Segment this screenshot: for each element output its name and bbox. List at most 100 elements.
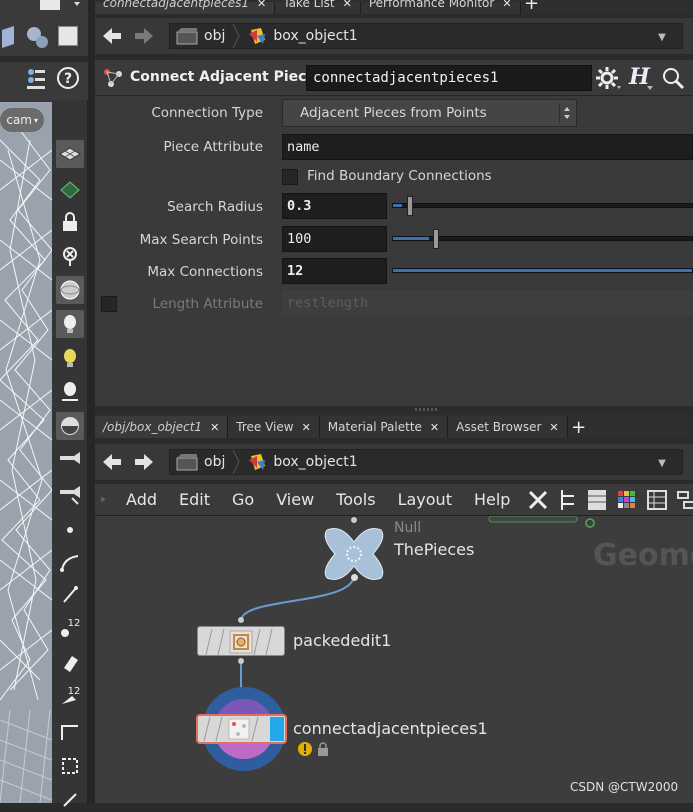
help-h-icon[interactable]: H: [627, 64, 655, 92]
packededit-node[interactable]: [197, 626, 285, 656]
max-search-points-field[interactable]: 100: [282, 226, 387, 252]
dropdown-arrow-icon[interactable]: [60, 0, 86, 10]
menu-edit[interactable]: Edit: [179, 490, 210, 509]
menu-add[interactable]: Add: [126, 490, 157, 509]
grid-view-icon[interactable]: [646, 488, 668, 512]
max-connections-field[interactable]: 12: [282, 258, 387, 284]
close-icon[interactable]: ✕: [502, 0, 511, 10]
display-option-icon[interactable]: [40, 0, 60, 10]
brush-tool-icon[interactable]: [56, 784, 84, 812]
path-dropdown-arrow[interactable]: ▼: [652, 450, 672, 476]
close-icon[interactable]: ✕: [430, 421, 439, 434]
path-field[interactable]: obj box_object1 ▼: [169, 449, 683, 475]
curve-tool-icon[interactable]: [56, 548, 84, 576]
camera-menu[interactable]: cam ▾: [0, 108, 44, 132]
visibility-x-icon[interactable]: [56, 242, 84, 270]
path-crumb-obj[interactable]: obj: [170, 450, 231, 474]
perspective-cube-icon[interactable]: [0, 24, 20, 50]
network-layout-icon[interactable]: [676, 488, 693, 512]
lock-icon[interactable]: [317, 742, 329, 756]
output-connector[interactable]: [351, 574, 358, 581]
close-icon[interactable]: ✕: [343, 0, 352, 10]
max-connections-slider[interactable]: [392, 258, 693, 284]
add-tab-button[interactable]: +: [521, 0, 543, 14]
network-editor[interactable]: Geome Null ThePieces packededit1 con: [95, 516, 693, 803]
input-connector[interactable]: [351, 517, 357, 523]
close-icon[interactable]: ✕: [257, 0, 266, 10]
object-visibility-icon[interactable]: [22, 22, 52, 52]
packededit-node-name-label: packededit1: [293, 631, 392, 650]
menu-view[interactable]: View: [276, 490, 314, 509]
close-icon[interactable]: ✕: [549, 421, 558, 434]
frame-tool-icon[interactable]: [56, 752, 84, 780]
camera-link-icon[interactable]: [56, 480, 84, 508]
search-radius-slider[interactable]: [392, 193, 693, 219]
connection-type-label: Connection Type: [151, 105, 263, 121]
tab-connectadjacentpieces[interactable]: connectadjacentpieces1 ✕: [95, 0, 276, 14]
snap-plane-icon[interactable]: [56, 174, 84, 202]
close-icon[interactable]: ✕: [302, 421, 311, 434]
viewport-side-toolbar: 12 12: [52, 100, 88, 807]
output-connector[interactable]: [238, 658, 244, 664]
badge-tool-icon-1[interactable]: 12: [56, 614, 84, 642]
badge-tool-icon-2[interactable]: 12: [56, 682, 84, 710]
back-arrow-icon[interactable]: [101, 26, 123, 46]
menu-layout[interactable]: Layout: [398, 490, 452, 509]
tab-label: Tree View: [236, 420, 294, 434]
forward-arrow-icon[interactable]: [133, 452, 155, 472]
dot-icon[interactable]: [56, 516, 84, 544]
piece-attribute-field[interactable]: name: [282, 134, 693, 160]
shading-ball-icon[interactable]: [56, 412, 84, 440]
menu-tools[interactable]: Tools: [336, 490, 375, 509]
list-view-icon[interactable]: [586, 488, 608, 512]
close-icon[interactable]: ✕: [210, 421, 219, 434]
pane-splitter-vertical[interactable]: [88, 0, 95, 803]
length-attribute-toggle[interactable]: [101, 296, 117, 312]
find-boundary-checkbox[interactable]: [282, 169, 298, 185]
max-search-points-slider[interactable]: [392, 226, 693, 252]
back-arrow-icon[interactable]: [101, 452, 123, 472]
path-crumb-obj[interactable]: obj: [170, 24, 231, 48]
pen-tool-icon[interactable]: [56, 580, 84, 608]
tab-tree-view[interactable]: Tree View ✕: [228, 416, 320, 438]
forward-arrow-icon[interactable]: [133, 26, 155, 46]
light-bulb-icon[interactable]: [56, 310, 84, 338]
node-name-field[interactable]: connectadjacentpieces1: [306, 65, 592, 91]
pane-splitter-horizontal[interactable]: [95, 406, 693, 414]
search-icon[interactable]: [661, 66, 685, 90]
sphere-icon[interactable]: [56, 276, 84, 304]
tab-take-list[interactable]: Take List ✕: [275, 0, 361, 14]
path-crumb-box-object[interactable]: box_object1: [241, 24, 363, 48]
slider-handle[interactable]: [433, 229, 439, 249]
corner-tool-icon[interactable]: [56, 718, 84, 746]
menu-go[interactable]: Go: [232, 490, 254, 509]
tree-layout-icon[interactable]: [558, 488, 578, 512]
light-toggle-icon[interactable]: [56, 344, 84, 372]
help-icon[interactable]: ?: [56, 66, 80, 90]
background-toggle-icon[interactable]: [58, 26, 78, 46]
tab-material-palette[interactable]: Material Palette ✕: [319, 416, 449, 438]
input-connector[interactable]: [238, 617, 244, 623]
tab-asset-browser[interactable]: Asset Browser ✕: [448, 416, 568, 438]
paint-tool-icon[interactable]: [56, 648, 84, 676]
headlight-icon[interactable]: [56, 378, 84, 406]
lock-icon[interactable]: [56, 208, 84, 236]
connection-type-menu[interactable]: Adjacent Pieces from Points: [282, 99, 577, 127]
warning-icon[interactable]: [297, 741, 313, 757]
gear-icon[interactable]: [595, 66, 621, 90]
slider-handle[interactable]: [407, 196, 413, 216]
connectadjacentpieces-node[interactable]: [196, 714, 287, 744]
camera-view-icon[interactable]: [56, 446, 84, 474]
tab-performance-monitor[interactable]: Performance Monitor ✕: [360, 0, 521, 14]
tools-wrench-icon[interactable]: [526, 488, 550, 512]
path-field[interactable]: obj box_object1 ▼: [169, 23, 683, 49]
path-crumb-box-object[interactable]: box_object1: [241, 450, 363, 474]
tab-network-box-object[interactable]: /obj/box_object1 ✕: [95, 416, 229, 438]
display-options-icon[interactable]: [25, 66, 47, 92]
path-dropdown-arrow[interactable]: ▼: [652, 24, 672, 50]
color-palette-icon[interactable]: [616, 488, 638, 512]
grid-plane-icon[interactable]: [56, 140, 84, 168]
search-radius-field[interactable]: 0.3: [282, 193, 387, 219]
menu-help[interactable]: Help: [474, 490, 510, 509]
add-tab-button[interactable]: +: [568, 416, 590, 438]
